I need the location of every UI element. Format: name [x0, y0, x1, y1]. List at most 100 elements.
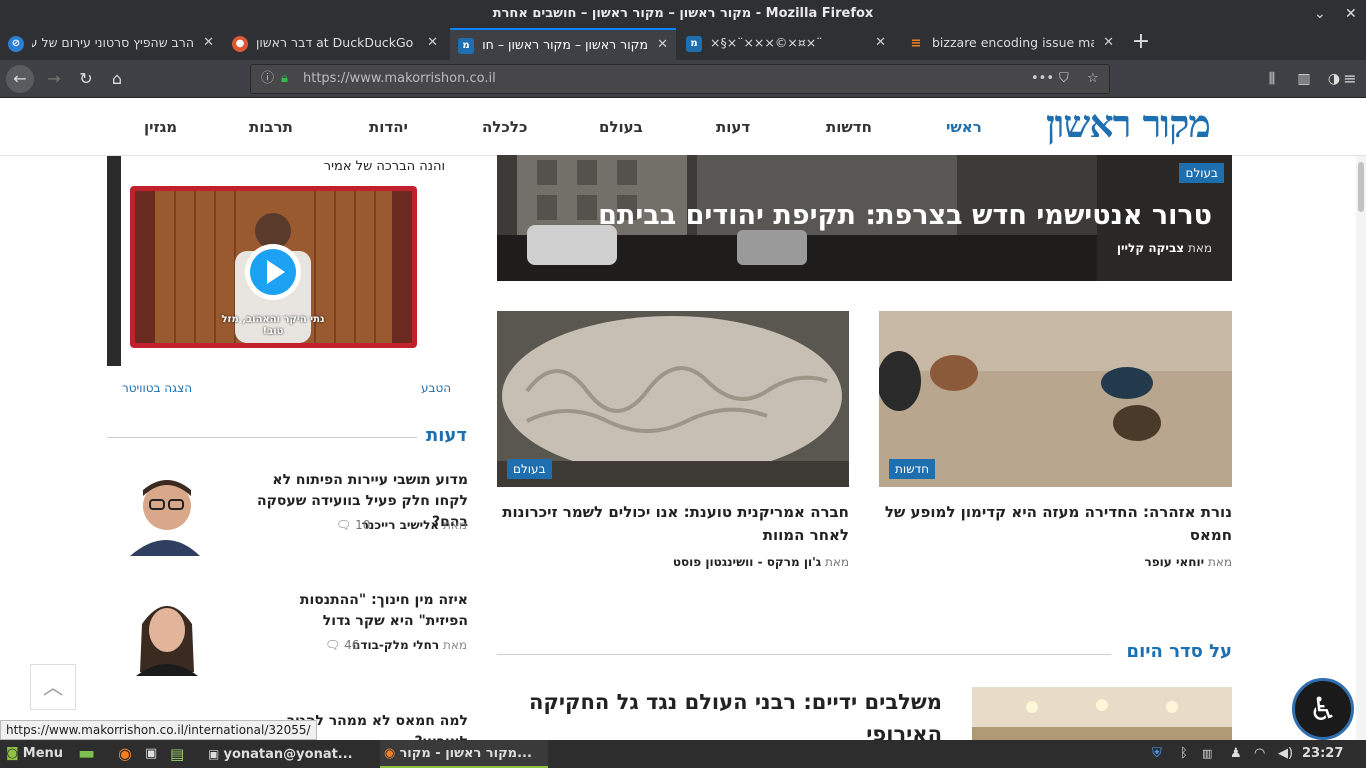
tab-1[interactable]: ⊘ הרב שהפיץ סרטוני עירום של עד ✕ [0, 28, 222, 60]
page-scrollbar[interactable] [1356, 156, 1366, 740]
terminal-launcher-icon[interactable]: ▣ [145, 740, 157, 768]
by-label: מאת [1207, 555, 1232, 569]
by-label: מאת [442, 518, 467, 532]
makor-rishon-icon: מ [686, 36, 702, 52]
card-title[interactable]: חברה אמריקנית טוענת: אנו יכולים לשמר זיכ… [497, 501, 849, 547]
card-byline: מאת יוחאי עופר [1145, 555, 1232, 569]
video-caption: נתי היקר והאהוב, מזל טוב! [221, 314, 325, 337]
nav-culture[interactable]: תרבות [249, 118, 293, 136]
forward-icon[interactable]: → [40, 65, 68, 93]
hero-author[interactable]: צביקה קליין [1117, 241, 1184, 255]
site-header: מקור ראשון ראשי חדשות דעות בעולם כלכלה י… [0, 98, 1366, 156]
firefox-window: מקור ראשון – מקור ראשון – חושבים אחרת - … [0, 0, 1366, 768]
library-icon[interactable]: ⫼ [1258, 65, 1286, 93]
agenda-headline[interactable]: משלבים ידיים: רבני העולם נגד גל החקיקה ה… [520, 686, 942, 740]
comment-count[interactable]: 46 🗨︎ [325, 638, 359, 652]
comment-count-value: 10 [355, 518, 371, 532]
sidebar-toggle-icon[interactable]: ▥ [1290, 65, 1318, 93]
minimize-icon[interactable]: ⌄ [1314, 0, 1326, 28]
tab-3-active[interactable]: מ מקור ראשון – מקור ראשון – חוש ✕ [450, 28, 676, 60]
opinions-section-title[interactable]: דעות [426, 425, 467, 446]
page-actions-icon[interactable]: ••• [1031, 65, 1054, 93]
nav-judaism[interactable]: יהדות [369, 118, 408, 136]
hero-title[interactable]: טרור אנטישמי חדש בצרפת: תקיפת יהודים בבי… [598, 200, 1212, 231]
reload-icon[interactable]: ↻ [72, 65, 100, 93]
home-icon[interactable]: ⌂ [103, 65, 131, 93]
section-divider [497, 654, 1111, 655]
avatar[interactable] [110, 474, 200, 556]
status-url: https://www.makorrishon.co.il/internatio… [0, 720, 317, 740]
tweet-nature-link[interactable]: הטבע [421, 381, 451, 395]
card-author[interactable]: יוחאי עופר [1145, 555, 1205, 569]
nav-economy[interactable]: כלכלה [482, 118, 527, 136]
clock[interactable]: 23:27 [1302, 740, 1343, 768]
site-logo[interactable]: מקור ראשון [1046, 101, 1211, 147]
card-category-badge[interactable]: חדשות [889, 459, 936, 479]
close-tab-icon[interactable]: ✕ [1103, 28, 1114, 58]
taskbar-firefox[interactable]: ◉ מקור ראשון - מקור... [380, 740, 548, 768]
card-image[interactable]: בעולם [497, 311, 849, 487]
window-title: מקור ראשון – מקור ראשון – חושבים אחרת - … [0, 0, 1366, 28]
nav-home[interactable]: ראשי [946, 118, 982, 136]
close-tab-icon[interactable]: ✕ [657, 30, 668, 60]
tweet-view-link[interactable]: הצגה בטוויטר [122, 381, 192, 395]
scroll-to-top-button[interactable]: ︿ [30, 664, 76, 710]
comment-count[interactable]: 10 🗨︎ [336, 518, 370, 532]
close-tab-icon[interactable]: ✕ [203, 28, 214, 58]
author-photo [110, 474, 200, 556]
tab-label: דבר ראשון at DuckDuckGo [256, 35, 414, 50]
tweet-video[interactable]: נתי היקר והאהוב, מזל טוב! [130, 186, 417, 348]
tab-4[interactable]: מ ×§×¨×××©×¤×¨ ✕ [678, 28, 894, 60]
taskbar-terminal[interactable]: ▣ yonatan@yonat... [208, 740, 373, 768]
nav-opinions[interactable]: דעות [716, 118, 750, 136]
back-icon[interactable]: ← [6, 65, 34, 93]
close-window-icon[interactable]: ✕ [1345, 0, 1357, 28]
tab-5[interactable]: ≡ bizzare encoding issue make ✕ [900, 28, 1122, 60]
user-icon[interactable]: ♟ [1230, 740, 1242, 768]
new-tab-button[interactable]: + [1126, 28, 1156, 60]
pocket-icon[interactable]: ⛉ [1059, 65, 1069, 93]
card-author[interactable]: ג'ון מרקס - וושינגטון פוסט [673, 555, 821, 569]
url-bar[interactable]: ⓘ 🔒︎ https://www.makorrishon.co.il ••• ⛉… [250, 64, 1110, 94]
nav-magazine[interactable]: מגזין [144, 118, 177, 136]
play-button[interactable] [245, 244, 301, 300]
play-icon [267, 260, 285, 284]
show-desktop-icon[interactable]: ▬ [78, 740, 95, 768]
tab-label: מקור ראשון – מקור ראשון – חוש [482, 37, 648, 52]
bookmark-star-icon[interactable]: ☆ [1087, 65, 1099, 93]
bluetooth-icon[interactable]: ᛒ [1180, 740, 1188, 768]
hamburger-menu-icon[interactable]: ≡ [1338, 65, 1362, 93]
card-image[interactable]: חדשות [879, 311, 1232, 487]
opinion-author[interactable]: אלישיב רייכנר [362, 518, 439, 532]
tab-strip: ⊘ הרב שהפיץ סרטוני עירום של עד ✕ ● דבר ר… [0, 28, 1366, 60]
close-tab-icon[interactable]: ✕ [875, 28, 886, 58]
nav-world[interactable]: בעולם [599, 118, 643, 136]
comment-icon: 🗨︎ [336, 518, 352, 532]
taskbar-terminal-label: yonatan@yonat... [223, 747, 353, 762]
accessibility-icon[interactable]: ♿︎ [1292, 678, 1354, 740]
us-flag-icon[interactable]: ▥ [1202, 740, 1212, 768]
hero-article[interactable]: בעולם טרור אנטישמי חדש בצרפת: תקיפת יהוד… [497, 155, 1232, 281]
menu-button[interactable]: ◙ Menu [6, 740, 63, 768]
mint-logo-icon: ◙ [6, 746, 19, 761]
card-category-badge[interactable]: בעולם [507, 459, 552, 479]
volume-icon[interactable]: ◀) [1278, 740, 1293, 768]
opinion-title[interactable]: איזה מין חינוך: "ההתנסות הפיזית" היא שקר… [248, 590, 468, 632]
stackoverflow-icon: ≡ [910, 36, 922, 51]
close-tab-icon[interactable]: ✕ [427, 28, 438, 58]
agenda-image[interactable] [972, 687, 1232, 740]
firefox-launcher-icon[interactable]: ◉ [118, 740, 132, 768]
card-title[interactable]: נורת אזהרה: החדירה מעזה היא קדימון למופע… [879, 501, 1232, 547]
scrollbar-thumb[interactable] [1358, 162, 1364, 212]
files-launcher-icon[interactable]: ▤ [170, 740, 184, 768]
agenda-section-title[interactable]: על סדר היום [1127, 641, 1232, 662]
tab-2[interactable]: ● דבר ראשון at DuckDuckGo ✕ [224, 28, 446, 60]
shield-icon[interactable]: ⛨ [1152, 740, 1162, 768]
hero-category-badge[interactable]: בעולם [1179, 163, 1224, 183]
nav-news[interactable]: חדשות [826, 118, 872, 136]
opinion-author[interactable]: רחלי מלק-בודה [352, 638, 439, 652]
avatar[interactable] [110, 594, 200, 676]
url-text[interactable]: https://www.makorrishon.co.il [303, 65, 496, 93]
wifi-icon[interactable]: ◠ [1254, 740, 1265, 768]
info-icon[interactable]: ⓘ [261, 65, 274, 93]
